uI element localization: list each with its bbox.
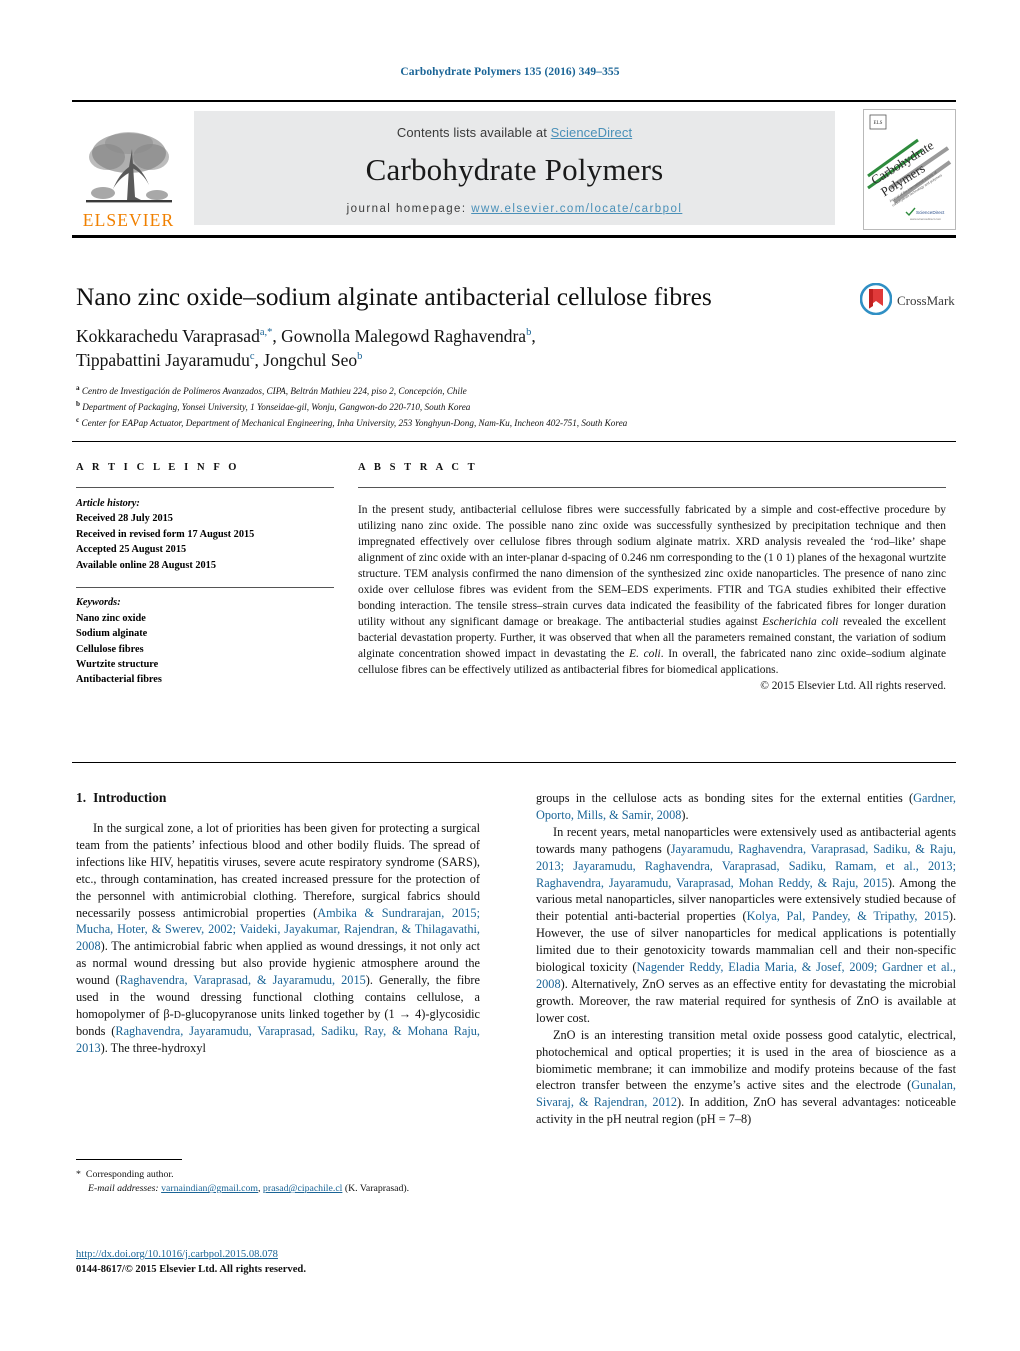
author-3: Tippabattini Jayaramudu bbox=[76, 349, 250, 370]
journal-homepage-link[interactable]: www.elsevier.com/locate/carbpol bbox=[471, 203, 682, 215]
email-link-1[interactable]: varnaindian@gmail.com bbox=[161, 1183, 258, 1194]
affiliation-a: a Centro de Investigación de Polímeros A… bbox=[76, 383, 906, 399]
section-heading-introduction: 1. Introduction bbox=[76, 790, 480, 806]
elsevier-logo: ELSEVIER bbox=[72, 109, 185, 229]
abstract-section-top-rule bbox=[72, 441, 956, 442]
svg-text:ELS: ELS bbox=[874, 121, 883, 126]
email-link-2[interactable]: prasad@cipachile.cl bbox=[263, 1183, 342, 1194]
body-column-right: groups in the cellulose acts as bonding … bbox=[536, 790, 956, 1128]
author-4: , Jongchul Seo bbox=[254, 349, 358, 370]
section-title: Introduction bbox=[93, 790, 167, 805]
abstract-rule bbox=[358, 487, 946, 488]
author-2-affil-marker[interactable]: b bbox=[526, 327, 531, 338]
masthead-bottom-rule bbox=[72, 235, 956, 238]
running-head: Carbohydrate Polymers 135 (2016) 349–355 bbox=[400, 66, 620, 78]
affil-text-a: Centro de Investigación de Polímeros Ava… bbox=[81, 386, 467, 397]
paper-page: Carbohydrate Polymers 135 (2016) 349–355 bbox=[0, 0, 1020, 1351]
author-1: Kokkarachedu Varaprasad bbox=[76, 326, 260, 346]
body-column-left: 1. Introduction In the surgical zone, a l… bbox=[76, 790, 480, 1057]
intro-r1-a: groups in the cellulose acts as bonding … bbox=[536, 791, 914, 805]
article-history-label: Article history: bbox=[76, 498, 140, 509]
keyword-4: Wurtzite structure bbox=[76, 658, 159, 670]
intro-paragraph-1-cont: groups in the cellulose acts as bonding … bbox=[536, 790, 956, 824]
affil-text-b: Department of Packaging, Yonsei Universi… bbox=[82, 402, 471, 413]
author-list: Kokkarachedu Varaprasada,*, Gownolla Mal… bbox=[76, 326, 536, 370]
crossmark-icon bbox=[859, 282, 893, 320]
paper-title: Nano zinc oxide–sodium alginate antibact… bbox=[76, 282, 712, 311]
corresponding-author-text: Corresponding author. bbox=[85, 1169, 174, 1180]
keywords-label: Keywords: bbox=[76, 597, 121, 609]
crossmark-label: CrossMark bbox=[897, 293, 955, 308]
journal-masthead: ELSEVIER Contents lists available at Sci… bbox=[72, 100, 956, 238]
abstract-italic-escherichia: Escherichia coli bbox=[762, 616, 839, 629]
affil-text-c: Center for EAPap Actuator, Department of… bbox=[81, 418, 628, 428]
keyword-1: Nano zinc oxide bbox=[76, 612, 146, 624]
history-available-online: Available online 28 August 2015 bbox=[76, 559, 216, 571]
masthead-top-rule bbox=[72, 100, 956, 102]
abstract-text: In the present study, antibacterial cell… bbox=[358, 502, 946, 678]
abstract-heading: A B S T R A C T bbox=[358, 462, 478, 473]
abstract-section-bottom-rule bbox=[72, 762, 956, 763]
keyword-5: Antibacterial fibres bbox=[76, 674, 162, 686]
affil-marker-c: c bbox=[76, 415, 80, 424]
corresponding-author-marker: * bbox=[76, 1169, 81, 1180]
email-line: E-mail addresses: varnaindian@gmail.com,… bbox=[76, 1182, 496, 1196]
contents-line: Contents lists available at ScienceDirec… bbox=[194, 111, 835, 140]
abstract-copyright: © 2015 Elsevier Ltd. All rights reserved… bbox=[760, 680, 946, 693]
intro-paragraph-1: In the surgical zone, a lot of prioritie… bbox=[76, 820, 480, 1057]
author-2: , Gownolla Malegowd Raghavendra bbox=[272, 326, 527, 346]
email-addresses-label: E-mail addresses: bbox=[88, 1183, 159, 1195]
article-history-group: Article history: Received 28 July 2015 R… bbox=[76, 496, 334, 573]
author-4-affil-marker[interactable]: b bbox=[357, 351, 362, 362]
keyword-2: Sodium alginate bbox=[76, 628, 148, 640]
affiliations: a Centro de Investigación de Polímeros A… bbox=[76, 383, 906, 431]
sciencedirect-link[interactable]: ScienceDirect bbox=[551, 125, 633, 140]
abstract-part-1: In the present study, antibacterial cell… bbox=[358, 504, 946, 629]
keywords-rule bbox=[76, 587, 334, 589]
article-info-rule bbox=[76, 487, 334, 488]
elsevier-tree-icon bbox=[83, 127, 175, 211]
article-info-heading: A R T I C L E I N F O bbox=[76, 462, 240, 473]
abstract-column: A B S T R A C T In the present study, an… bbox=[358, 462, 946, 692]
intro-p1-e: ). The three-hydroxyl bbox=[100, 1040, 206, 1055]
history-revised: Received in revised form 17 August 2015 bbox=[76, 528, 255, 540]
abstract-italic-ecoli: E. coli bbox=[629, 648, 661, 661]
contents-prefix: Contents lists available at bbox=[396, 125, 551, 140]
intro-paragraph-3: ZnO is an interesting transition metal o… bbox=[536, 1027, 956, 1128]
journal-homepage-line: journal homepage: www.elsevier.com/locat… bbox=[194, 203, 835, 215]
citation-kolya-2015[interactable]: Kolya, Pal, Pandey, & Tripathy, 2015 bbox=[747, 909, 949, 923]
keywords-group: Keywords: Nano zinc oxide Sodium alginat… bbox=[76, 595, 334, 688]
affil-marker-a: a bbox=[76, 384, 80, 392]
corresponding-author-line: * Corresponding author. bbox=[76, 1168, 496, 1182]
svg-text:www.sciencedirect.com: www.sciencedirect.com bbox=[910, 217, 942, 221]
page-footer: http://dx.doi.org/10.1016/j.carbpol.2015… bbox=[76, 1247, 546, 1277]
affil-marker-b: b bbox=[76, 399, 80, 408]
homepage-prefix: journal homepage: bbox=[346, 203, 472, 215]
article-info-column: A R T I C L E I N F O Article history: R… bbox=[76, 462, 334, 688]
affiliation-c: c Center for EAPap Actuator, Department … bbox=[76, 415, 906, 431]
email-owner: (K. Varaprasad). bbox=[342, 1183, 410, 1195]
journal-band: Contents lists available at ScienceDirec… bbox=[194, 111, 835, 225]
intro-r1-b: ). bbox=[681, 807, 689, 822]
elsevier-wordmark: ELSEVIER bbox=[82, 209, 175, 230]
crossmark-badge[interactable]: CrossMark bbox=[859, 282, 958, 320]
author-1-affil-marker[interactable]: a,* bbox=[260, 327, 273, 338]
keyword-3: Cellulose fibres bbox=[76, 643, 144, 655]
affiliation-b: b Department of Packaging, Yonsei Univer… bbox=[76, 399, 906, 415]
history-received: Received 28 July 2015 bbox=[76, 513, 173, 525]
intro-paragraph-2: In recent years, metal nanoparticles wer… bbox=[536, 824, 956, 1027]
citation-raghavendra-2015[interactable]: Raghavendra, Varaprasad, & Jayaramudu, 2… bbox=[120, 973, 366, 987]
svg-text:ScienceDirect: ScienceDirect bbox=[916, 210, 945, 215]
intro-p1-smallcaps-d: D bbox=[173, 1009, 181, 1021]
footnote-block: * Corresponding author. E-mail addresses:… bbox=[76, 1168, 496, 1196]
issn-copyright-line: 0144-8617/© 2015 Elsevier Ltd. All right… bbox=[76, 1264, 306, 1276]
footnote-rule bbox=[76, 1159, 182, 1160]
history-accepted: Accepted 25 August 2015 bbox=[76, 544, 187, 556]
doi-link[interactable]: http://dx.doi.org/10.1016/j.carbpol.2015… bbox=[76, 1249, 278, 1260]
intro-r2-d: ). Alternatively, ZnO serves as an effec… bbox=[536, 976, 956, 1025]
intro-r3-a: ZnO is an interesting transition metal o… bbox=[536, 1027, 956, 1093]
journal-title: Carbohydrate Polymers bbox=[365, 152, 664, 187]
journal-cover-thumbnail[interactable]: ELS Carbohydrate Polymers Journal of the… bbox=[863, 109, 956, 230]
section-number: 1. bbox=[76, 790, 87, 805]
